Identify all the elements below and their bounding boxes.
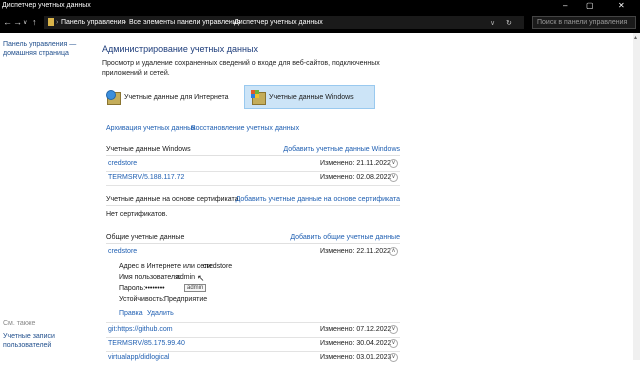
minimize-icon[interactable]: – [563, 1, 567, 10]
breadcrumb-control-panel[interactable]: Панель управления [61, 19, 125, 26]
persistence-label: Устойчивость: [119, 296, 165, 303]
left-pane: Панель управления — домашняя страница См.… [0, 33, 92, 360]
see-also-heading: См. также [3, 320, 36, 327]
credential-row[interactable]: TERMSRV/5.188.117.72 Изменено: 02.08.202… [106, 171, 400, 186]
breadcrumb-separator-icon: › [124, 19, 127, 26]
expanded-credential: credstore Изменено: 22.11.2022 ∧ Адрес в… [106, 244, 400, 323]
windows-credentials-tab[interactable]: Учетные данные Windows [244, 85, 375, 109]
web-credentials-label: Учетные данные для Интернета [124, 93, 229, 101]
generic-section-title: Общие учетные данные [106, 234, 185, 241]
window-title: Диспетчер учетных данных [2, 2, 91, 9]
credential-modified: Изменено: 02.08.2022 [320, 174, 392, 181]
globe-safe-icon [106, 90, 121, 105]
credential-row[interactable]: credstore Изменено: 21.11.2022 ∨ [106, 157, 400, 172]
add-certificate-credential-link[interactable]: Добавить учетные данные на основе сертиф… [236, 196, 400, 203]
control-panel-home-link[interactable]: Панель управления — домашняя страница [3, 41, 76, 57]
title-bar: Диспетчер учетных данных – ▢ ✕ [0, 0, 640, 12]
credential-modified: Изменено: 30.04.2022 [320, 340, 392, 347]
certificate-section-title: Учетные данные на основе сертификата [106, 196, 239, 203]
main-content: Администрирование учетных данных Просмот… [92, 33, 640, 362]
breadcrumb-separator-icon: › [56, 19, 59, 26]
recent-chevron-icon[interactable]: ∨ [23, 19, 27, 26]
expand-chevron-icon[interactable]: ∨ [389, 173, 398, 182]
refresh-icon[interactable]: ↻ [506, 19, 512, 27]
add-windows-credential-link[interactable]: Добавить учетные данные Windows [283, 146, 400, 153]
username-label: Имя пользователя: [119, 274, 181, 281]
credential-modified: Изменено: 07.12.2022 [320, 326, 392, 333]
windows-safe-icon [251, 90, 266, 105]
breadcrumb-separator-icon: › [229, 19, 232, 26]
up-icon[interactable]: ↑ [32, 17, 37, 27]
scrollbar[interactable]: ▴ [633, 33, 640, 360]
home-link-line2: домашняя страница [3, 50, 69, 57]
password-value: •••••••• [145, 285, 165, 292]
back-icon[interactable]: ← [3, 17, 12, 27]
breadcrumb-all-items[interactable]: Все элементы панели управления [129, 19, 240, 26]
no-certificates-text: Нет сертификатов. [106, 211, 168, 218]
divider [106, 155, 400, 156]
web-credentials-tab[interactable]: Учетные данные для Интернета [106, 85, 236, 109]
expand-chevron-icon[interactable]: ∨ [389, 339, 398, 348]
scroll-up-icon[interactable]: ▴ [634, 35, 639, 41]
windows-section-title: Учетные данные Windows [106, 146, 191, 153]
backup-credentials-link[interactable]: Архивация учетных данных [106, 125, 196, 132]
username-tooltip: admin [184, 284, 207, 292]
user-accounts-line2: пользователей [3, 342, 52, 349]
credential-row[interactable]: virtualapp/didlogical Изменено: 03.01.20… [106, 351, 400, 365]
divider [106, 205, 400, 206]
close-icon[interactable]: ✕ [618, 1, 625, 10]
username-value: admin [176, 274, 196, 281]
page-title: Администрирование учетных данных [102, 44, 258, 54]
breadcrumb[interactable]: › Панель управления › Все элементы панел… [44, 16, 524, 29]
expand-chevron-icon[interactable]: ∨ [389, 325, 398, 334]
credential-name: TERMSRV/5.188.117.72 [108, 174, 185, 181]
windows-credentials-label: Учетные данные Windows [269, 93, 354, 101]
user-accounts-link[interactable]: Учетные записи пользователей [3, 333, 55, 349]
credential-name[interactable]: credstore [108, 248, 137, 255]
search-input[interactable]: Поиск в панели управления [532, 16, 636, 29]
edit-link[interactable]: Правка [119, 310, 143, 317]
credential-row[interactable]: git:https://github.com Изменено: 07.12.2… [106, 323, 400, 338]
credential-name: TERMSRV/85.175.99.40 [108, 340, 185, 347]
password-label: Пароль: [119, 285, 146, 292]
address-bar: ← → ∨ ↑ › Панель управления › Все элемен… [0, 12, 640, 33]
credential-name: git:https://github.com [108, 326, 173, 333]
page-description: Просмотр и удаление сохраненных сведений… [102, 60, 380, 77]
address-label: Адрес в Интернете или сети: [119, 263, 214, 270]
maximize-icon[interactable]: ▢ [586, 1, 594, 10]
collapse-chevron-icon[interactable]: ∧ [389, 247, 398, 256]
address-value: credstore [203, 263, 233, 270]
restore-credentials-link[interactable]: Восстановление учетных данных [191, 125, 299, 132]
dropdown-icon[interactable]: ∨ [490, 19, 495, 27]
credential-modified: Изменено: 22.11.2022 [320, 248, 391, 255]
control-panel-icon [48, 18, 54, 26]
credential-row[interactable]: TERMSRV/85.175.99.40 Изменено: 30.04.202… [106, 337, 400, 352]
credential-name: credstore [108, 160, 138, 167]
user-accounts-line1: Учетные записи [3, 333, 55, 340]
remove-link[interactable]: Удалить [147, 310, 174, 317]
home-link-line1: Панель управления — [3, 41, 77, 48]
expand-chevron-icon[interactable]: ∨ [389, 159, 398, 168]
mouse-cursor-icon: ↖ [197, 273, 205, 283]
credential-modified: Изменено: 21.11.2022 [320, 160, 391, 167]
forward-icon[interactable]: → [13, 17, 22, 27]
add-generic-credential-link[interactable]: Добавить общие учетные данные [290, 234, 400, 241]
expand-chevron-icon[interactable]: ∨ [389, 353, 398, 362]
breadcrumb-credential-manager[interactable]: Диспетчер учетных данных [234, 19, 323, 26]
persistence-value: Предприятие [164, 296, 208, 303]
